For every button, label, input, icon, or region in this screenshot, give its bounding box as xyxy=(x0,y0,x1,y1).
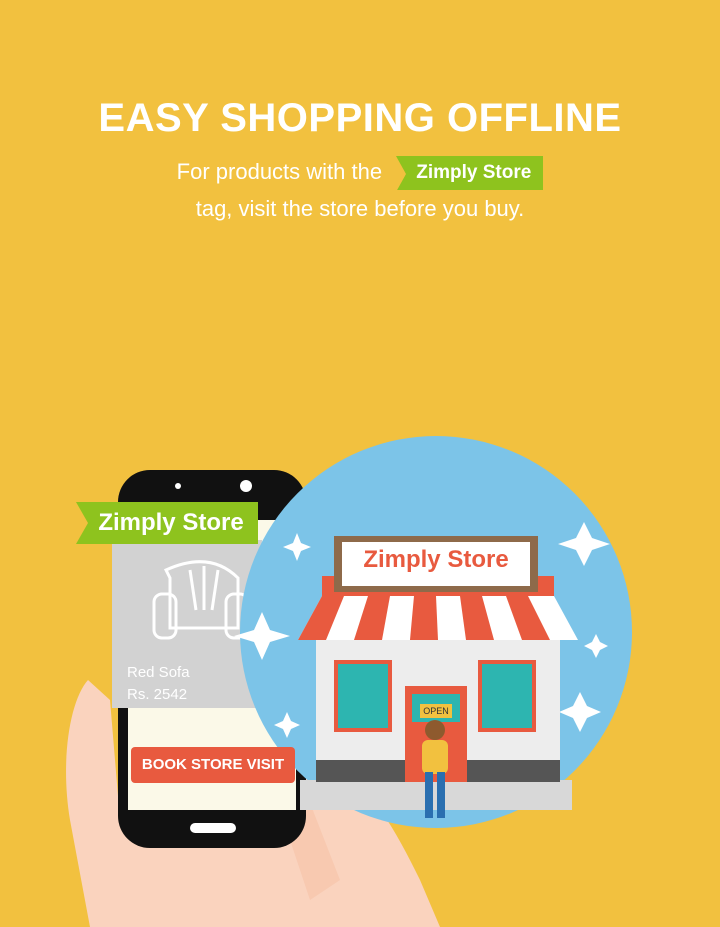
illustration xyxy=(66,436,632,927)
book-store-visit-button[interactable]: BOOK STORE VISIT xyxy=(131,747,295,783)
product-price: Rs. 2542 xyxy=(127,686,188,703)
store-sign: Zimply Store xyxy=(363,546,509,573)
zimply-store-tag: Zimply Store xyxy=(76,502,258,544)
product-name: Red Sofa xyxy=(127,664,190,681)
open-sign: OPEN xyxy=(420,704,452,718)
product-card xyxy=(112,540,262,708)
